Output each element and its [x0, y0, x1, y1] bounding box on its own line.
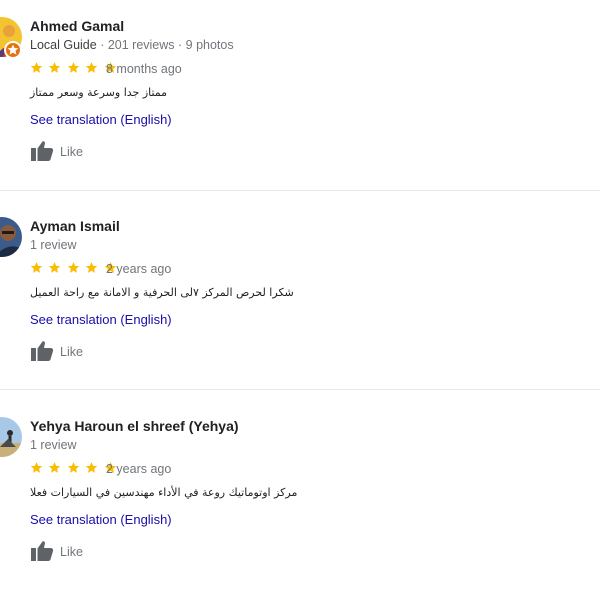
- local-guide-label: Local Guide: [30, 38, 97, 52]
- review-card: Ahmed Gamal Local Guide · 201 reviews · …: [0, 0, 600, 190]
- review-age: 2 years ago: [106, 462, 172, 476]
- star-icon: [86, 462, 98, 473]
- star-icon: [67, 62, 80, 73]
- divider: [0, 190, 600, 191]
- star-rating: [30, 261, 118, 275]
- local-guide-badge-icon: [4, 41, 22, 59]
- review-card: Ayman Ismail 1 review 2 years ago شكرا ل…: [0, 200, 600, 390]
- review-age: 2 years ago: [106, 262, 172, 276]
- like-label: Like: [60, 345, 83, 359]
- review-age: 8 months ago: [106, 62, 182, 76]
- star-icon: [86, 62, 98, 73]
- star-icon: [67, 462, 80, 473]
- like-label: Like: [60, 545, 83, 559]
- avatar[interactable]: [0, 417, 22, 457]
- reviewer-meta: Local Guide · 201 reviews · 9 photos: [30, 38, 234, 52]
- review-text: شكرا لحرص المركز ٧لى الحرفية و الامانة م…: [30, 286, 294, 299]
- reviewer-name[interactable]: Ahmed Gamal: [30, 18, 124, 34]
- star-icon: [49, 62, 61, 73]
- avatar[interactable]: [0, 217, 22, 257]
- star-icon: [49, 262, 61, 273]
- reviewer-stats: 1 review: [30, 238, 77, 252]
- star-rating: [30, 461, 118, 475]
- review-text: مركز اوتوماتيك روعة في الأداء مهندسين في…: [30, 486, 298, 499]
- person-photo-icon: [0, 217, 22, 257]
- person-photo-icon: [0, 417, 22, 457]
- star-icon: [30, 462, 43, 473]
- reviewer-name[interactable]: Ayman Ismail: [30, 218, 120, 234]
- star-icon: [49, 462, 61, 473]
- see-translation-link[interactable]: See translation (English): [30, 112, 172, 127]
- reviewer-stats: 1 review: [30, 438, 77, 452]
- star-rating: [30, 61, 118, 75]
- divider: [0, 389, 600, 390]
- star-icon: [67, 262, 80, 273]
- see-translation-link[interactable]: See translation (English): [30, 312, 172, 327]
- star-icon: [30, 62, 43, 73]
- review-card: Yehya Haroun el shreef (Yehya) 1 review …: [0, 400, 600, 590]
- reviewer-stats: · 201 reviews · 9 photos: [100, 38, 234, 52]
- thumbs-up-icon: [31, 341, 54, 361]
- star-icon: [86, 262, 98, 273]
- like-label: Like: [60, 145, 83, 159]
- star-icon: [30, 262, 43, 273]
- thumbs-up-icon: [31, 541, 54, 561]
- thumbs-up-icon: [31, 141, 54, 161]
- reviewer-meta: 1 review: [30, 238, 77, 252]
- see-translation-link[interactable]: See translation (English): [30, 512, 172, 527]
- reviewer-meta: 1 review: [30, 438, 77, 452]
- review-text: ممتاز جدا وسرعة وسعر ممتاز: [30, 86, 168, 99]
- reviewer-name[interactable]: Yehya Haroun el shreef (Yehya): [30, 418, 239, 434]
